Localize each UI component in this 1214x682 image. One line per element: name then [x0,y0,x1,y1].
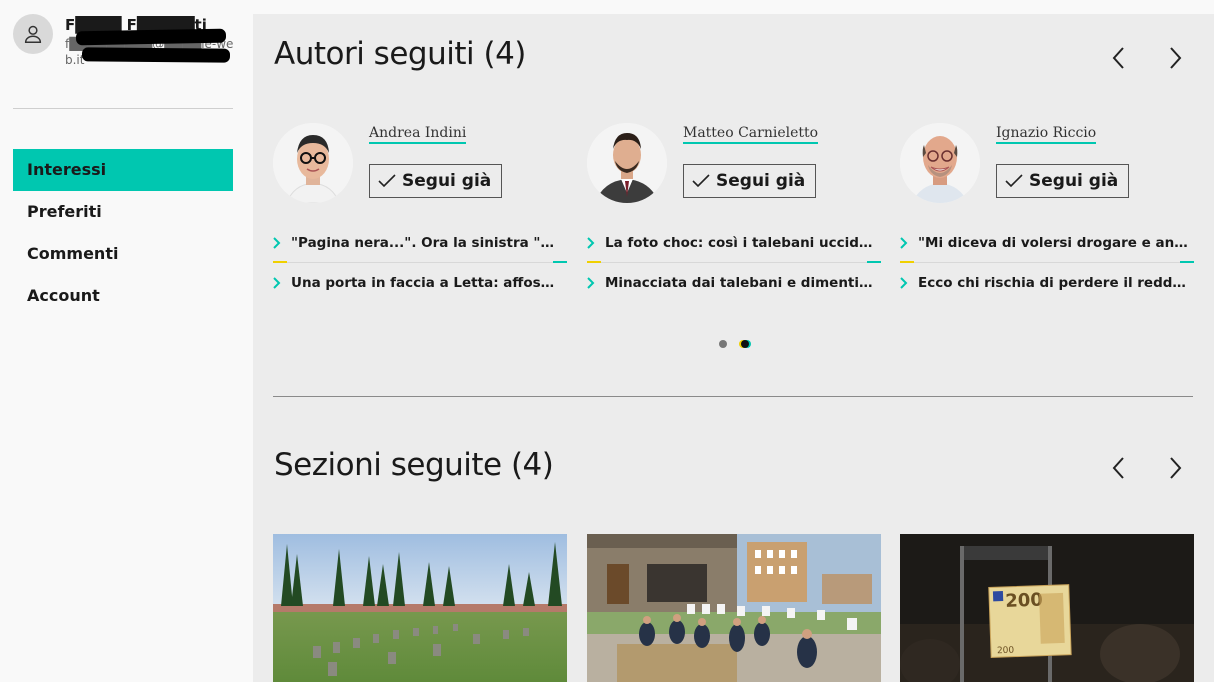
author-card: Ignazio Riccio Segui già "Mi diceva di v… [900,123,1196,303]
user-profile: F████ F█████ti f█████████@████le-web.it [13,14,243,74]
article-title: Una porta in faccia a Letta: affossato i… [291,275,561,291]
authors-prev-arrow-icon[interactable] [1104,43,1134,73]
follow-button-label: Segui già [1029,171,1119,191]
follow-button-label: Segui già [716,171,806,191]
article-link[interactable]: Ecco chi rischia di perdere il reddito d… [900,272,1194,294]
article-title: "Mi diceva di volersi drogare e andare v… [918,235,1188,251]
article-title: Minacciata dai talebani e dimenticata da… [605,275,875,291]
article-separator [273,261,567,263]
authors-next-arrow-icon[interactable] [1160,43,1190,73]
carousel-pagination [719,340,749,348]
author-name-link[interactable]: Ignazio Riccio [996,125,1097,144]
article-link[interactable]: "Pagina nera...". Ora la sinistra "spara… [273,232,567,254]
chevron-right-icon [587,237,595,249]
carousel-dot-active[interactable] [741,340,749,348]
section-divider [273,396,1193,397]
sidebar-nav: Interessi Preferiti Commenti Account [13,149,233,317]
chevron-right-icon [900,237,908,249]
sections-prev-arrow-icon[interactable] [1104,453,1134,483]
check-icon [692,174,710,188]
chevron-right-icon [273,277,281,289]
author-photo[interactable] [587,123,667,203]
follow-button[interactable]: Segui già [996,164,1130,198]
article-separator [587,261,881,263]
follow-button[interactable]: Segui già [369,164,503,198]
article-link[interactable]: Una porta in faccia a Letta: affossato i… [273,272,567,294]
svg-text:200: 200 [997,646,1015,657]
authors-title: Autori seguiti (4) [274,36,526,72]
sidebar-item-preferiti[interactable]: Preferiti [13,191,233,233]
sections-title: Sezioni seguite (4) [274,447,554,483]
author-photo[interactable] [900,123,980,203]
sections-next-arrow-icon[interactable] [1160,453,1190,483]
sidebar-item-commenti[interactable]: Commenti [13,233,233,275]
author-card: Andrea Indini Segui già "Pagina nera..."… [273,123,569,303]
author-name-link[interactable]: Matteo Carnieletto [683,125,819,144]
check-icon [1005,174,1023,188]
section-image-group[interactable] [587,534,881,682]
sidebar-divider [13,108,233,109]
follow-button[interactable]: Segui già [683,164,817,198]
chevron-right-icon [587,277,595,289]
redaction-bar [81,47,231,63]
user-avatar-icon [13,14,53,54]
sidebar: F████ F█████ti f█████████@████le-web.it … [0,0,253,682]
article-title: "Pagina nera...". Ora la sinistra "spara… [291,235,561,251]
sidebar-item-interessi[interactable]: Interessi [13,149,233,191]
article-title: Ecco chi rischia di perdere il reddito d… [918,275,1188,291]
chevron-right-icon [900,277,908,289]
check-icon [378,174,396,188]
section-image-cemetery[interactable] [273,534,567,682]
article-title: La foto choc: così i talebani uccidono i… [605,235,875,251]
chevron-right-icon [273,237,281,249]
svg-text:200: 200 [1005,590,1043,612]
article-link[interactable]: "Mi diceva di volersi drogare e andare v… [900,232,1194,254]
section-image-euro[interactable]: 200 200 [900,534,1194,682]
main-content: Autori seguiti (4) Andrea Indini Segui g… [253,14,1214,682]
carousel-dot[interactable] [719,340,727,348]
follow-button-label: Segui già [402,171,492,191]
article-separator [900,261,1194,263]
article-link[interactable]: La foto choc: così i talebani uccidono i… [587,232,881,254]
author-card: Matteo Carnieletto Segui già La foto cho… [587,123,883,303]
author-name-link[interactable]: Andrea Indini [369,125,467,144]
sidebar-item-account[interactable]: Account [13,275,233,317]
author-photo[interactable] [273,123,353,203]
redaction-bar [75,28,227,46]
article-link[interactable]: Minacciata dai talebani e dimenticata da… [587,272,881,294]
